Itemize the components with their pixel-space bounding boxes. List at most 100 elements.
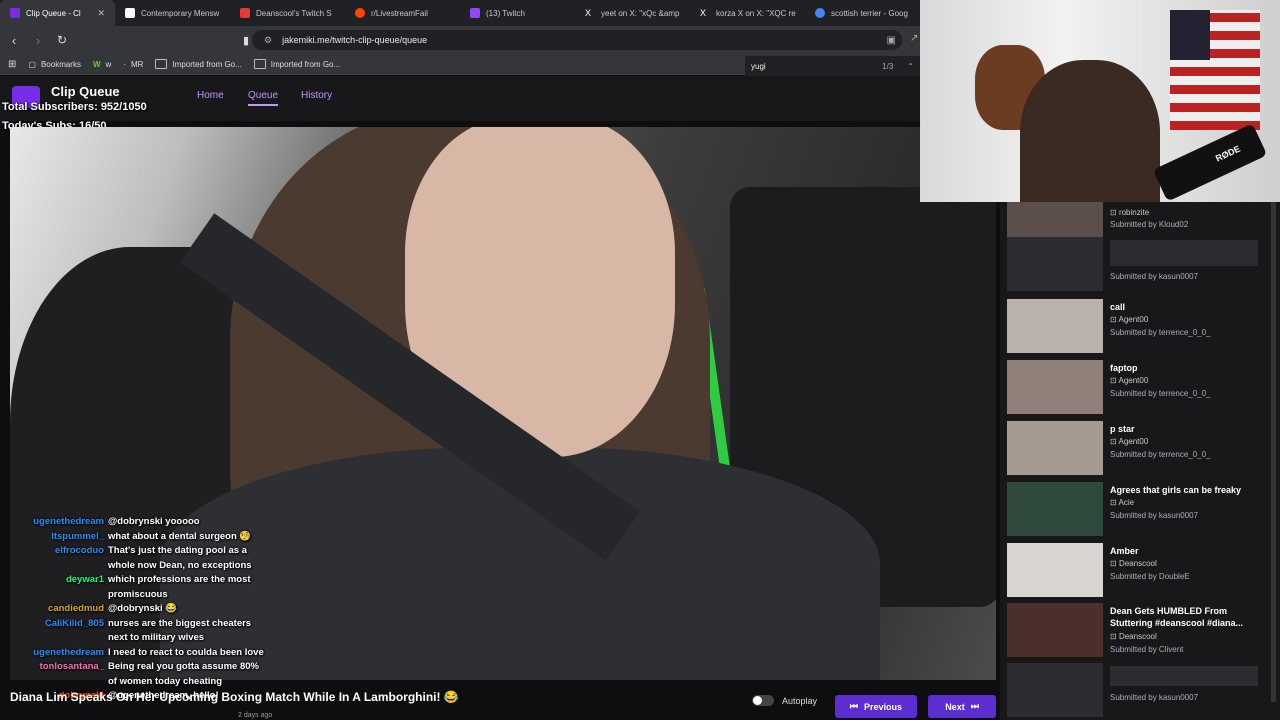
chat-text: which professions are the most promiscuo… <box>108 574 251 600</box>
clip-submitter: Submitted by terrence_0_0_ <box>1110 328 1211 337</box>
loading-placeholder <box>1110 240 1258 266</box>
bookmark-item[interactable]: ▢ Bookmarks <box>28 60 81 69</box>
clip-submitter: Submitted by DoubleE <box>1110 572 1190 581</box>
bookmark-folder[interactable]: Imported from Go... <box>155 59 242 69</box>
tab-label: Deanscool's Twitch S <box>256 8 332 18</box>
bookmark-item[interactable]: Ww <box>93 60 111 69</box>
clip-channel: ⊡ Agent00 <box>1110 376 1149 385</box>
browser-tab[interactable]: Deanscool's Twitch S <box>230 0 345 26</box>
clip-channel: ⊡ robinzite <box>1110 208 1150 217</box>
queue-item[interactable]: faptop ⊡ Agent00 Submitted by terrence_0… <box>1007 360 1272 416</box>
queue-item[interactable]: Dean Gets HUMBLED From Stuttering #deans… <box>1007 603 1272 659</box>
nav-home[interactable]: Home <box>197 90 224 101</box>
tab-label: scottish terrier - Goog <box>831 8 908 18</box>
clip-submitter: Submitted by terrence_0_0_ <box>1110 450 1211 459</box>
clip-queue-list: ⊡ robinzite Submitted by Kloud02 Submitt… <box>1000 202 1280 720</box>
channel-name: Deanscool <box>1118 632 1157 641</box>
next-button[interactable]: Next ⏭ <box>928 695 996 718</box>
chat-message: tonlosantana_ Being real you gotta assume… <box>18 660 318 689</box>
browser-toolbar: ‹ › ↻ ▮ ⚙ jakemiki.me/twitch-clip-queue/… <box>0 26 920 54</box>
clip-title: Agrees that girls can be freaky <box>1110 485 1242 495</box>
chat-username: candiedmud <box>48 603 104 614</box>
webcam-overlay: RØDE <box>920 0 1280 202</box>
clip-channel: ⊡ Deanscool <box>1110 632 1157 641</box>
total-subscribers-overlay: Total Subscribers: 952/1050 <box>2 101 147 113</box>
queue-item[interactable]: Submitted by kasun0007 <box>1007 237 1272 293</box>
clip-thumbnail <box>1007 360 1103 414</box>
clip-thumbnail <box>1007 663 1103 717</box>
bookmark-label: MR <box>130 59 144 69</box>
autoplay-toggle[interactable] <box>752 695 774 706</box>
previous-button[interactable]: ⏮ Previous <box>835 695 917 718</box>
clip-submitter: Submitted by Kloud02 <box>1110 220 1189 229</box>
sidebar-scrollbar[interactable] <box>1271 202 1276 702</box>
tab-label: korza X on X: "XQC re <box>716 8 796 18</box>
chat-message: ugenethedream I need to react to coulda b… <box>18 646 318 661</box>
clip-submitter: Submitted by kasun0007 <box>1110 511 1199 520</box>
browser-tab[interactable]: scottish terrier - Goog <box>805 0 920 26</box>
apps-grid-icon[interactable]: ⊞ <box>8 59 16 70</box>
tab-favicon-icon <box>125 8 135 18</box>
bookmark-item[interactable]: · MR <box>123 60 143 69</box>
browser-tab[interactable]: r/LivestreamFail <box>345 0 460 26</box>
nav-queue[interactable]: Queue <box>248 90 279 106</box>
chat-username: ltspummel_ <box>51 530 104 542</box>
browser-tab-bar: Clip Queue - Cl ✕ Contemporary Mensw Dea… <box>0 0 920 26</box>
clip-thumbnail <box>1007 299 1103 353</box>
nav-history[interactable]: History <box>301 90 332 101</box>
bookmark-folder[interactable]: Imported from Go... <box>253 59 341 69</box>
tab-label: Clip Queue - Cl <box>26 8 81 18</box>
browser-tab[interactable]: Contemporary Mensw <box>115 0 230 26</box>
autoplay-label: Autoplay <box>782 695 818 706</box>
streamer <box>1020 60 1160 202</box>
tab-label: Contemporary Mensw <box>141 8 220 18</box>
loading-placeholder <box>1110 666 1258 686</box>
clip-thumbnail <box>1007 237 1103 291</box>
browser-tab[interactable]: Xkorza X on X: "XQC re <box>690 0 805 26</box>
find-bar: yugi 1/3 ⌃ <box>745 56 920 76</box>
bookmark-label: Imported from Go... <box>270 59 341 69</box>
flag <box>1170 10 1260 130</box>
queue-item[interactable]: call ⊡ Agent00 Submitted by terrence_0_0… <box>1007 299 1272 355</box>
chat-text: nurses are the biggest cheaters next to … <box>108 617 252 644</box>
chat-text: I need to react to coulda been love <box>108 646 264 658</box>
tab-label: r/LivestreamFail <box>371 8 428 18</box>
reload-icon[interactable]: ↻ <box>52 33 72 47</box>
back-icon[interactable]: ‹ <box>4 33 24 48</box>
chat-message: deywar1 which professions are the most pr… <box>18 573 318 602</box>
clip-title: faptop <box>1110 363 1138 373</box>
close-icon[interactable]: ✕ <box>97 8 105 19</box>
queue-item[interactable]: p star ⊡ Agent00 Submitted by terrence_0… <box>1007 421 1272 477</box>
chat-text: Being real you gotta assume 80% of women… <box>108 661 259 687</box>
app-title[interactable]: Clip Queue <box>51 84 120 99</box>
queue-item[interactable]: Agrees that girls can be freaky ⊡ Acie S… <box>1007 482 1272 538</box>
next-icon: ⏭ <box>970 701 979 711</box>
clip-channel: ⊡ Acie <box>1110 498 1135 507</box>
share-icon[interactable]: ↗ <box>910 33 918 44</box>
find-input[interactable]: yugi <box>751 62 766 71</box>
screen-icon[interactable]: ▣ <box>887 35 896 46</box>
address-bar[interactable]: ⚙ jakemiki.me/twitch-clip-queue/queue ▣ <box>252 30 902 50</box>
forward-icon[interactable]: › <box>28 33 48 48</box>
clip-title: Dean Gets HUMBLED From Stuttering #deans… <box>1110 606 1244 628</box>
clip-submitter: Submitted by Clivent <box>1110 645 1184 654</box>
clip-thumbnail <box>1007 603 1103 657</box>
autoplay-control[interactable]: Autoplay <box>752 695 817 706</box>
chat-message: elfrocoduo That's just the dating pool as… <box>18 544 318 573</box>
previous-label: Previous <box>864 701 903 712</box>
queue-item[interactable]: Amber ⊡ Deanscool Submitted by DoubleE <box>1007 543 1272 599</box>
tab-favicon-icon <box>470 8 480 18</box>
browser-tab[interactable]: Xyeet on X: "xQc &amp <box>575 0 690 26</box>
site-info-icon[interactable]: ⚙ <box>264 35 272 46</box>
browser-tab[interactable]: (13) Twitch <box>460 0 575 26</box>
w-logo-icon: W <box>92 59 101 69</box>
queue-item[interactable]: Submitted by kasun0007 <box>1007 663 1272 719</box>
clip-submitter: Submitted by kasun0007 <box>1110 693 1199 702</box>
channel-name: Agent00 <box>1118 376 1149 385</box>
tab-label: yeet on X: "xQc &amp <box>601 8 680 18</box>
clip-title: Amber <box>1110 546 1139 556</box>
browser-tab[interactable]: Clip Queue - Cl ✕ <box>0 0 115 26</box>
chevron-up-icon[interactable]: ⌃ <box>907 62 914 71</box>
url-text[interactable]: jakemiki.me/twitch-clip-queue/queue <box>282 35 427 45</box>
tab-favicon-icon <box>10 8 20 18</box>
